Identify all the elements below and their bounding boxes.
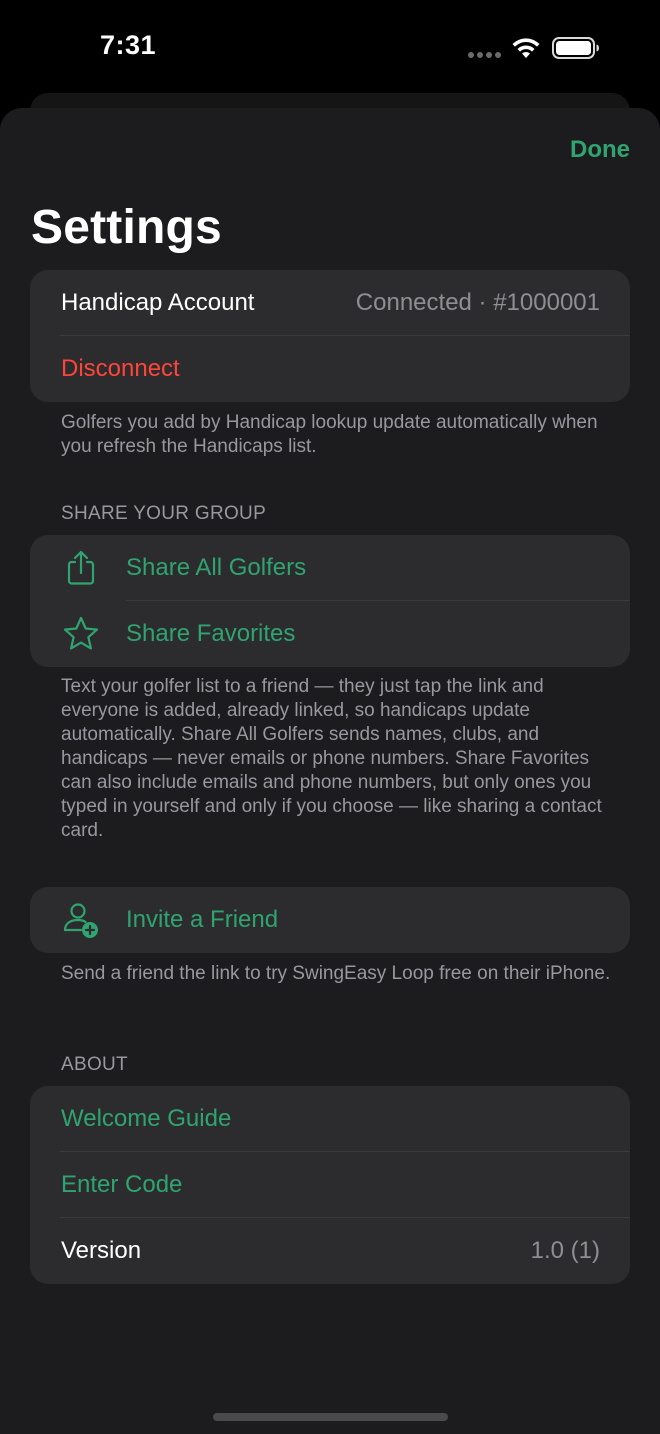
share-group: Share All Golfers Share Favorites: [30, 535, 630, 667]
welcome-guide-button[interactable]: Welcome Guide: [30, 1086, 630, 1152]
cellular-signal-icon: [468, 52, 502, 58]
share-section-header: SHARE YOUR GROUP: [61, 503, 267, 524]
handicap-account-status: Connected · #1000001: [355, 289, 600, 316]
share-favorites-button[interactable]: Share Favorites: [30, 601, 630, 667]
share-icon: [67, 550, 95, 585]
disconnect-button[interactable]: Disconnect: [30, 336, 630, 402]
version-label: Version: [61, 1237, 142, 1264]
enter-code-label: Enter Code: [61, 1171, 183, 1198]
battery-icon: [552, 37, 599, 59]
wifi-icon: [512, 38, 540, 58]
share-footer: Text your golfer list to a friend — they…: [61, 676, 602, 841]
handicap-footer: Golfers you add by Handicap lookup updat…: [61, 412, 598, 457]
share-all-golfers-button[interactable]: Share All Golfers: [30, 535, 630, 601]
handicap-account-row: Handicap Account Connected · #1000001: [30, 270, 630, 336]
about-section-header: ABOUT: [61, 1054, 128, 1075]
share-all-golfers-label: Share All Golfers: [126, 554, 307, 581]
status-icons: [460, 36, 600, 60]
share-favorites-label: Share Favorites: [126, 620, 296, 647]
enter-code-button[interactable]: Enter Code: [30, 1152, 630, 1218]
handicap-account-group: Handicap Account Connected · #1000001 Di…: [30, 270, 630, 402]
status-time: 7:31: [100, 30, 157, 60]
star-icon: [63, 616, 99, 650]
version-row: Version 1.0 (1): [30, 1218, 630, 1284]
invite-group: Invite a Friend: [30, 887, 630, 953]
version-value: 1.0 (1): [530, 1237, 600, 1264]
person-add-icon: [63, 903, 98, 938]
home-indicator[interactable]: [213, 1413, 448, 1421]
disconnect-label: Disconnect: [61, 355, 180, 382]
done-button[interactable]: Done: [570, 136, 630, 164]
handicap-account-label: Handicap Account: [61, 289, 255, 316]
welcome-guide-label: Welcome Guide: [61, 1105, 232, 1132]
invite-footer: Send a friend the link to try SwingEasy …: [61, 963, 611, 984]
page-title: Settings: [31, 201, 222, 254]
invite-friend-label: Invite a Friend: [126, 906, 279, 933]
about-group: Welcome Guide Enter Code Version 1.0 (1): [30, 1086, 630, 1284]
screen: 7:31 Done Settings Handicap Account Conn…: [0, 0, 660, 1434]
invite-friend-button[interactable]: Invite a Friend: [30, 887, 630, 953]
